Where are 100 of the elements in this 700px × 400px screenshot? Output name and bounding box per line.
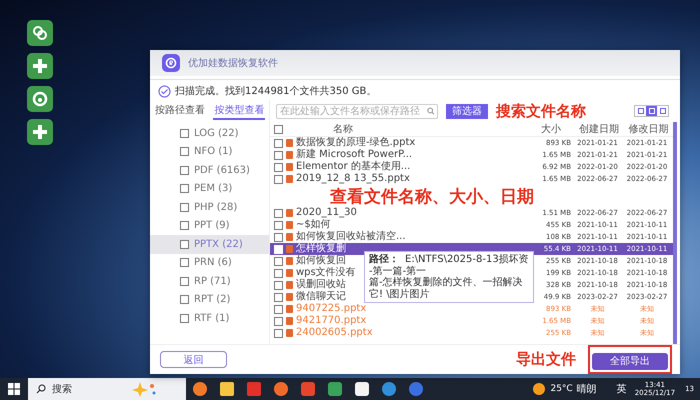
- file-type-label: PDF (6163): [194, 164, 250, 176]
- file-type-label: LOG (22): [194, 128, 239, 139]
- file-type-label: NFO (1): [194, 146, 232, 158]
- annotation-text: 查看文件名称、大小、日期: [330, 186, 534, 208]
- file-name: 怎样恢复删: [296, 243, 346, 254]
- file-name: 9421770.pptx: [296, 315, 366, 327]
- file-name: 24002605.pptx: [296, 327, 373, 339]
- scan-status-text: 扫描完成。找到1244981个文件共350 GB。: [175, 84, 376, 98]
- file-name: Elementor 的基本使用...: [296, 161, 410, 173]
- file-name: 2020_11_30: [296, 207, 357, 219]
- checkbox[interactable]: [274, 174, 283, 184]
- window-title: 优加娃数据恢复软件: [188, 56, 278, 70]
- checkbox[interactable]: [274, 232, 283, 242]
- back-button[interactable]: 返回: [160, 351, 227, 368]
- checkbox[interactable]: [180, 202, 189, 212]
- file-type-label: PPTX (22): [194, 238, 243, 250]
- search-icon: [426, 107, 434, 115]
- input-method-indicator[interactable]: 英: [616, 382, 627, 396]
- file-type-label: PPT (9): [194, 220, 230, 232]
- checkbox[interactable]: [180, 184, 189, 194]
- file-type-item[interactable]: PHP (28): [150, 198, 269, 216]
- file-type-item[interactable]: RTF (1): [150, 309, 269, 328]
- column-header: 名称: [333, 123, 353, 136]
- ring-shortcut-icon[interactable]: [27, 86, 53, 112]
- checkbox[interactable]: [180, 258, 189, 268]
- file-type-item[interactable]: PPTX (22): [150, 235, 269, 254]
- view-tab[interactable]: 按路径查看: [154, 102, 206, 120]
- grid-view-icon[interactable]: [635, 106, 646, 116]
- checkbox[interactable]: [274, 138, 283, 148]
- app-icon[interactable]: [192, 382, 206, 396]
- select-all-checkbox[interactable]: [274, 124, 283, 134]
- file-type-item[interactable]: NFO (1): [150, 142, 269, 161]
- file-type-label: PEM (3): [194, 183, 232, 194]
- file-name: 9407225.pptx: [296, 303, 366, 315]
- file-type-item[interactable]: RP (71): [150, 272, 269, 290]
- file-name: 新建 Microsoft PowerP...: [296, 149, 412, 160]
- file-type-item[interactable]: PEM (3): [150, 180, 269, 198]
- detail-view-icon[interactable]: [657, 106, 668, 116]
- file-type-label: PRN (6): [194, 257, 232, 268]
- cross-shortcut-icon[interactable]: [27, 53, 53, 79]
- search-icon: [36, 384, 46, 394]
- browser-icon[interactable]: [274, 382, 288, 396]
- file-type-item[interactable]: PDF (6163): [150, 161, 269, 180]
- file-type-label: RTF (1): [194, 312, 230, 324]
- checkbox[interactable]: [180, 221, 189, 230]
- file-name: 2019_12_8 13_55.pptx: [296, 173, 410, 185]
- checkbox[interactable]: [274, 280, 283, 290]
- checkbox[interactable]: [180, 314, 189, 323]
- checkbox[interactable]: [274, 268, 283, 278]
- file-type-item[interactable]: RPT (2): [150, 290, 269, 309]
- search-input[interactable]: 搜索: [52, 384, 122, 394]
- checkbox[interactable]: [180, 240, 189, 249]
- app-icon[interactable]: [354, 382, 368, 396]
- taskbar-search-field[interactable]: 搜索: [28, 378, 186, 400]
- file-name: ~$如何: [296, 219, 331, 230]
- file-type-item[interactable]: LOG (22): [150, 124, 269, 142]
- path-tooltip: 路径： E:\NTFS\2025-8-13损坏资 -第一篇-第一 篇-怎样恢复删除的文件、一招解决 它! \图片图片: [364, 251, 534, 303]
- checkbox[interactable]: [274, 256, 283, 266]
- folder-icon[interactable]: [220, 382, 234, 396]
- checkbox[interactable]: [274, 150, 283, 160]
- file-type-label: PHP (28): [194, 202, 238, 213]
- file-name: 微信聊天记: [296, 291, 346, 303]
- file-name: 如何恢复回收站被清空...: [296, 231, 406, 243]
- checkbox[interactable]: [274, 328, 283, 338]
- weather-temperature[interactable]: 25°C: [550, 384, 573, 394]
- file-name: 误删回收站: [296, 279, 346, 291]
- column-header: 大小: [540, 122, 562, 136]
- file-type-label: RP (71): [194, 276, 231, 287]
- windows-start-icon[interactable]: [8, 383, 20, 395]
- checkbox[interactable]: [274, 292, 283, 302]
- file-type-label: RPT (2): [194, 294, 230, 306]
- weather-sun-icon[interactable]: [533, 383, 546, 395]
- file-type-item[interactable]: PRN (6): [150, 254, 269, 272]
- checkbox[interactable]: [274, 208, 283, 218]
- list-view-icon[interactable]: [646, 106, 657, 116]
- checkbox[interactable]: [180, 295, 189, 304]
- column-header: 创建日期: [578, 122, 620, 136]
- column-header: 修改日期: [628, 122, 670, 136]
- checkbox[interactable]: [180, 147, 189, 156]
- file-type-item[interactable]: PPT (9): [150, 216, 269, 235]
- checkbox[interactable]: [180, 276, 189, 286]
- annotation-text: 搜索文件名称: [496, 102, 586, 120]
- filter-button[interactable]: 筛选器: [446, 104, 488, 118]
- file-name: 如何恢复回: [296, 255, 346, 266]
- file-name: 数据恢复的原理-绿色.pptx: [296, 137, 416, 148]
- cross-shortcut-icon[interactable]: [27, 119, 53, 145]
- file-name: wps文件没有: [296, 267, 356, 278]
- app-shortcut-icon[interactable]: [27, 20, 53, 46]
- weather-condition[interactable]: 晴朗: [576, 382, 597, 396]
- annotation-text: 导出文件: [516, 350, 576, 369]
- checkbox[interactable]: [180, 166, 189, 175]
- checkbox[interactable]: [274, 220, 283, 230]
- view-tab[interactable]: 按类型查看: [213, 102, 266, 120]
- export-all-button[interactable]: 全部导出: [592, 352, 668, 370]
- app-logo-icon: [162, 54, 180, 72]
- checkbox[interactable]: [274, 162, 283, 172]
- checkbox[interactable]: [274, 316, 283, 326]
- checkbox[interactable]: [274, 304, 283, 314]
- check-circle-icon: [158, 84, 171, 98]
- checkbox[interactable]: [180, 128, 189, 138]
